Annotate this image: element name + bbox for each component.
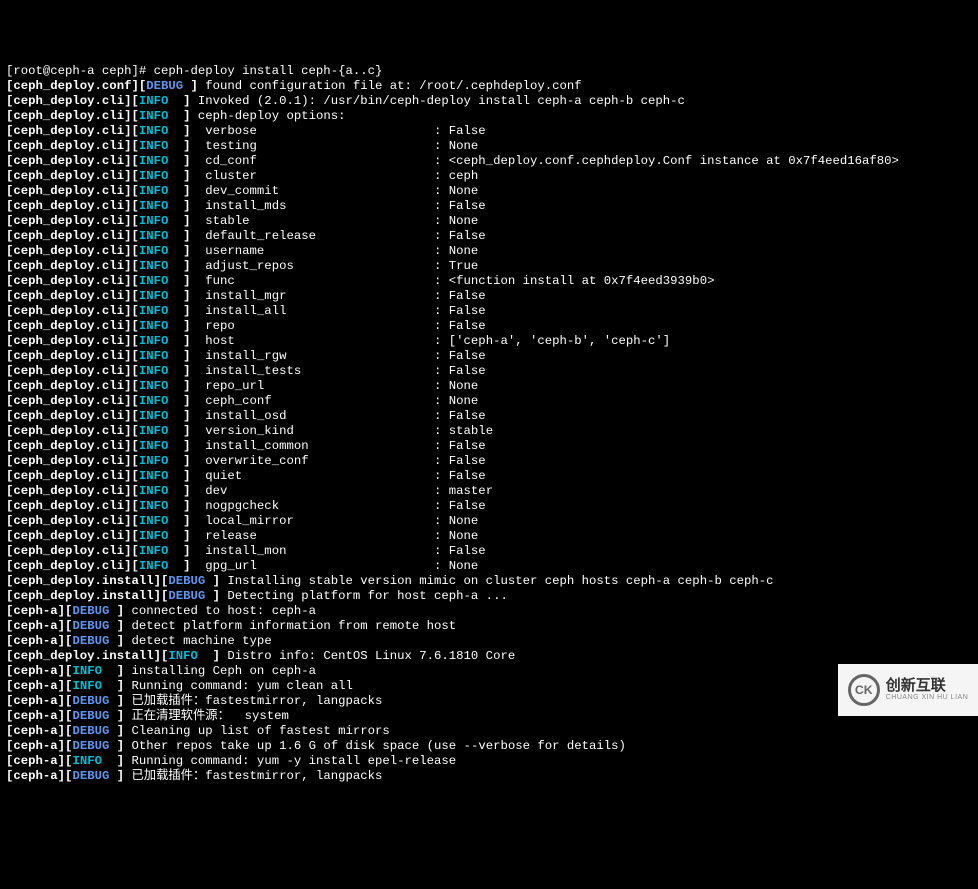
watermark-logo: CK 创新互联 CHUANG XIN HU LIAN	[838, 664, 978, 716]
watermark-text-py: CHUANG XIN HU LIAN	[886, 694, 969, 702]
watermark-text-zh: 创新互联	[886, 678, 969, 695]
watermark-glyph: CK	[848, 674, 880, 706]
terminal-output: [root@ceph-a ceph]# ceph-deploy install …	[6, 64, 972, 784]
